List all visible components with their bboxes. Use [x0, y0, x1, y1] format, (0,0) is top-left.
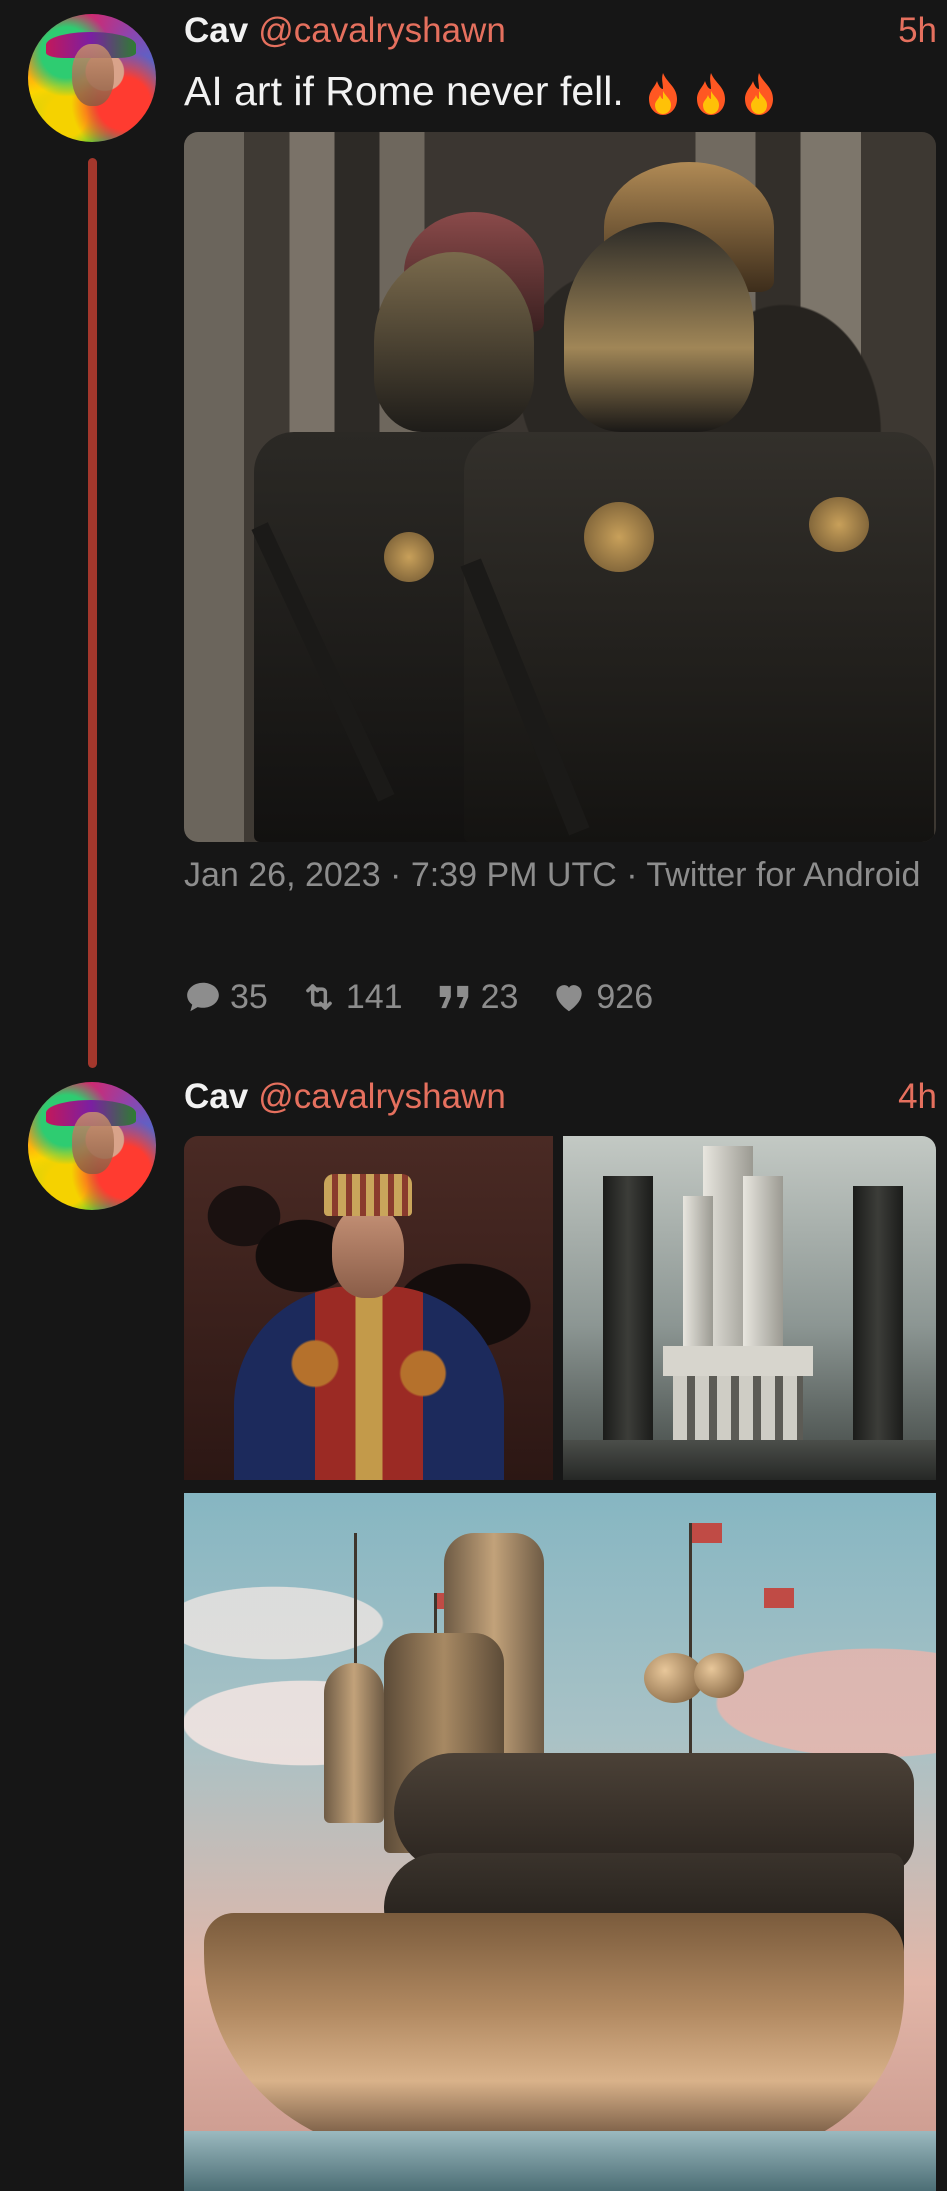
retweet-stat[interactable]: 141 — [300, 978, 403, 1017]
username-handle[interactable]: @cavalryshawn — [258, 1077, 506, 1116]
like-stat[interactable]: 926 — [550, 978, 653, 1017]
quote-stat[interactable]: 23 — [435, 977, 519, 1017]
comment-icon — [187, 982, 219, 1012]
tweet-text: AI art if Rome never fell. — [184, 65, 779, 117]
tweet-image-emperor[interactable] — [184, 1136, 553, 1480]
username-handle[interactable]: @cavalryshawn — [258, 11, 506, 50]
retweet-count: 141 — [345, 977, 403, 1016]
tweet-timestamp[interactable]: Jan 26, 2023 · 7:39 PM UTC · Twitter for… — [184, 850, 924, 900]
display-name[interactable]: Cav — [184, 11, 248, 50]
quote-icon — [439, 985, 468, 1009]
thread-line — [88, 158, 97, 1068]
like-count: 926 — [596, 977, 654, 1016]
tweet-1[interactable]: Cav @cavalryshawn 5h AI art if Rome never… — [0, 0, 947, 1068]
tweet-header: Cav @cavalryshawn 4h — [184, 1074, 937, 1120]
avatar[interactable] — [28, 1082, 156, 1210]
fire-icon — [745, 73, 774, 116]
quote-count: 23 — [480, 977, 519, 1016]
tweet-stats: 35 141 23 926 — [184, 972, 685, 1022]
tweet-2[interactable]: Cav @cavalryshawn 4h — [0, 1060, 947, 2191]
tweet-image-ship[interactable] — [184, 1493, 936, 2191]
tweet-image-city[interactable] — [563, 1136, 936, 1480]
tweet-text-content: AI art if Rome never fell. — [184, 68, 624, 114]
tweet-image-roman-soldiers[interactable] — [184, 132, 936, 842]
tweet-time[interactable]: 4h — [898, 1074, 937, 1120]
heart-icon — [556, 985, 583, 1012]
avatar[interactable] — [28, 14, 156, 142]
fire-icon — [697, 73, 726, 116]
tweet-header: Cav @cavalryshawn 5h — [184, 8, 937, 54]
reply-stat[interactable]: 35 — [184, 978, 268, 1017]
display-name[interactable]: Cav — [184, 1077, 248, 1116]
fire-icon — [649, 73, 678, 116]
reply-count: 35 — [230, 977, 268, 1016]
tweet-time[interactable]: 5h — [898, 8, 937, 54]
retweet-icon — [306, 984, 332, 1010]
